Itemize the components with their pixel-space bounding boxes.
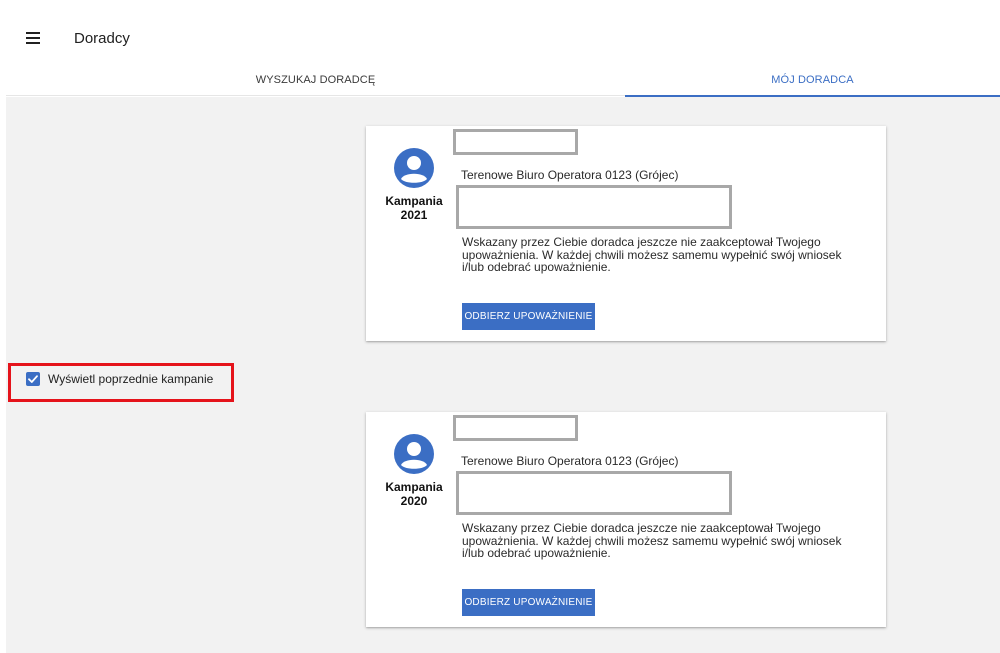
top-app-bar: Doradcy	[0, 0, 1000, 64]
tab-bar: WYSZUKAJ DORADCĘ MÓJ DORADCA	[6, 64, 1000, 97]
account-circle-icon	[394, 434, 434, 474]
revoke-authorization-button[interactable]: ODBIERZ UPOWAŻNIENIE	[462, 303, 595, 330]
show-previous-campaigns-toggle[interactable]: Wyświetl poprzednie kampanie	[26, 370, 213, 388]
campaign-year: 2020	[400, 494, 428, 508]
office-name: Terenowe Biuro Operatora 0123 (Grójec)	[461, 168, 679, 182]
campaign-label-text: Kampania	[385, 194, 443, 208]
campaign-label-text: Kampania	[385, 480, 443, 494]
revoke-authorization-button[interactable]: ODBIERZ UPOWAŻNIENIE	[462, 589, 595, 616]
status-message: Wskazany przez Ciebie doradca jeszcze ni…	[462, 521, 842, 560]
redacted-advisor-details	[456, 185, 732, 229]
campaign-year: 2021	[400, 208, 428, 222]
campaign-card: Kampania 2020 Terenowe Biuro Operatora 0…	[366, 412, 886, 627]
menu-icon[interactable]	[26, 32, 40, 44]
campaign-label: Kampania 2021	[378, 194, 450, 222]
office-name: Terenowe Biuro Operatora 0123 (Grójec)	[461, 454, 679, 468]
show-previous-campaigns-label: Wyświetl poprzednie kampanie	[48, 372, 214, 386]
checkbox-checked-icon[interactable]	[26, 372, 40, 386]
campaign-label: Kampania 2020	[378, 480, 450, 508]
redacted-advisor-details	[456, 471, 732, 515]
page-title: Doradcy	[74, 30, 130, 47]
tab-my-advisor[interactable]: MÓJ DORADCA	[625, 64, 1000, 97]
redacted-advisor-name	[453, 129, 578, 155]
campaign-card: Kampania 2021 Terenowe Biuro Operatora 0…	[366, 126, 886, 341]
tab-search-advisor[interactable]: WYSZUKAJ DORADCĘ	[6, 64, 625, 96]
redacted-advisor-name	[453, 415, 578, 441]
status-message: Wskazany przez Ciebie doradca jeszcze ni…	[462, 235, 842, 274]
account-circle-icon	[394, 148, 434, 188]
